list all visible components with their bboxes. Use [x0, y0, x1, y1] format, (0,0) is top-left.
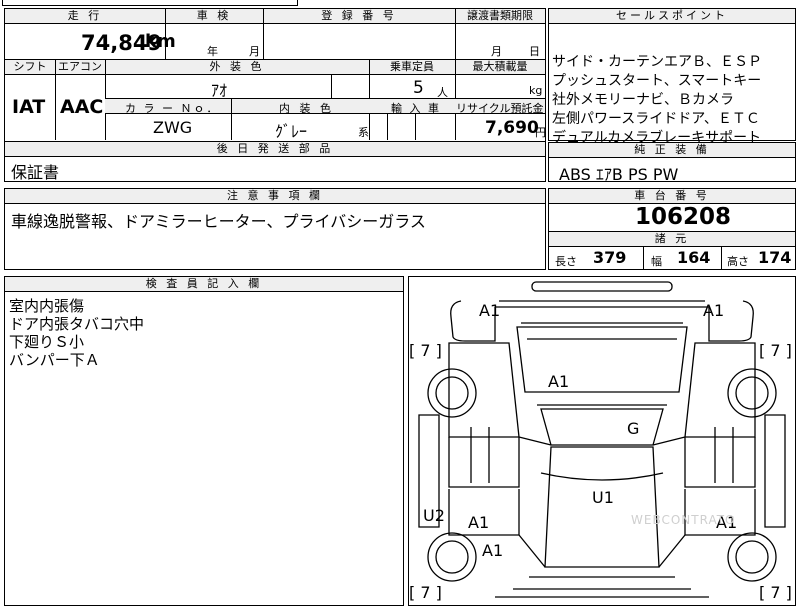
watermark: WEBCONTRATO: [631, 513, 736, 527]
genuine-block: 純 正 装 備 ABS ｴｱB PS PW: [548, 142, 796, 184]
inspection-year: 年: [207, 45, 218, 58]
bracket-label: [ 7 ]: [759, 583, 792, 602]
color-no-header: カ ラ ー Ｎｏ．: [125, 102, 220, 115]
seats-value: 5: [413, 78, 424, 98]
sales-point: 左側パワースライドドア、ＥＴＣ: [552, 111, 760, 127]
mark-left-side: U2: [423, 506, 445, 525]
later-parts-block: 後 日 発 送 部 品 保証書: [4, 142, 546, 182]
damage-diagram: A1 A1 A1 G U1 U2 A1 A1 A1 [ 7 ] [ 7 ] [ …: [408, 276, 796, 606]
car-outline: [418, 281, 786, 598]
mark-left-rear: A1: [482, 541, 504, 560]
exterior-header: 外 装 色: [105, 60, 369, 75]
seats-header: 乗車定員: [369, 60, 455, 75]
length-label: 長さ: [555, 255, 577, 268]
mark-windshield: G: [627, 419, 640, 438]
sales-point: 社外メモリーナビ、Ｂカメラ: [552, 92, 734, 108]
notes-value: 車線逸脱警報、ドアミラーヒーター、プライバシーガラス: [11, 212, 426, 231]
bracket-label: [ 7 ]: [759, 341, 792, 360]
interior-value: ｸﾞﾚｰ: [275, 122, 308, 141]
shift-value: IAT: [12, 96, 46, 118]
height-label: 高さ: [727, 255, 749, 268]
top-strip: [2, 0, 298, 6]
width-label: 幅: [651, 255, 662, 268]
interior-suffix: 系: [358, 126, 369, 139]
mark-bonnet: A1: [548, 372, 570, 391]
mark-front-right: A1: [703, 301, 725, 320]
length-value: 379: [593, 248, 627, 267]
sales-point: プッシュスタート、スマートキー: [552, 73, 762, 89]
sales-points-block: セールスポイント サイド・カーテンエアＢ、ＥＳＰ プッシュスタート、スマートキー…: [548, 8, 796, 146]
specs-header: 諸 元: [549, 232, 795, 247]
mileage-unit: km: [145, 31, 176, 52]
later-parts-value: 保証書: [11, 163, 60, 182]
mark-front-left: A1: [479, 301, 501, 320]
bracket-label: [ 7 ]: [409, 341, 442, 360]
notes-header: 注 意 事 項 欄: [5, 189, 545, 204]
sales-header: セールスポイント: [549, 9, 795, 24]
load-unit: kg: [529, 84, 543, 97]
genuine-value: ABS ｴｱB PS PW: [559, 165, 679, 184]
chassis-block: 車 台 番 号 106208 諸 元 長さ 379 幅 164 高さ 174: [548, 188, 796, 270]
recycle-unit: 円: [535, 126, 546, 139]
aircon-value: AAC: [60, 96, 104, 118]
mark-left-door: A1: [468, 513, 490, 532]
transfer-header: 譲渡書類期限: [455, 9, 545, 24]
inspector-block: 検 査 員 記 入 欄 室内内張傷 ドア内張タバコ穴中 下廻りＳ小 バンパー下Ａ: [4, 276, 404, 606]
notes-block: 注 意 事 項 欄 車線逸脱警報、ドアミラーヒーター、プライバシーガラス: [4, 188, 546, 270]
inspector-header: 検 査 員 記 入 欄: [5, 277, 403, 292]
mileage-block: 走 行 車 検 登 録 番 号 譲渡書類期限 74,849 km 年 月 月 日: [4, 8, 546, 60]
height-value: 174: [758, 248, 792, 267]
inspector-note: バンパー下Ａ: [9, 351, 100, 369]
spec-table: シフト エアコン 外 装 色 乗車定員 最大積載量 IAT AAC ｱｵ 5 人…: [4, 60, 546, 142]
aircon-header: エアコン: [55, 60, 105, 75]
mark-roof: U1: [592, 488, 614, 507]
mileage-header: 走 行: [5, 9, 165, 24]
max-load-header: 最大積載量: [455, 60, 545, 75]
sales-point: サイド・カーテンエアＢ、ＥＳＰ: [552, 54, 762, 70]
inspection-month: 月: [249, 45, 260, 58]
interior-header: 内 装 色: [279, 102, 334, 115]
recycle-value: 7,690: [485, 118, 539, 138]
transfer-month: 月: [491, 45, 502, 58]
shift-header: シフト: [5, 60, 55, 75]
width-value: 164: [677, 248, 711, 267]
chassis-value: 106208: [635, 204, 732, 230]
import-header: 輸 入 車: [391, 102, 441, 115]
bracket-label: [ 7 ]: [409, 583, 442, 602]
chassis-header: 車 台 番 号: [549, 189, 795, 204]
transfer-day: 日: [529, 45, 540, 58]
genuine-header: 純 正 装 備: [549, 143, 795, 158]
later-parts-header: 後 日 発 送 部 品: [5, 142, 545, 157]
registration-header: 登 録 番 号: [263, 9, 455, 24]
inspection-header: 車 検: [165, 9, 263, 24]
recycle-header: リサイクル預託金: [456, 102, 544, 115]
color-no-value: ZWG: [153, 118, 193, 137]
